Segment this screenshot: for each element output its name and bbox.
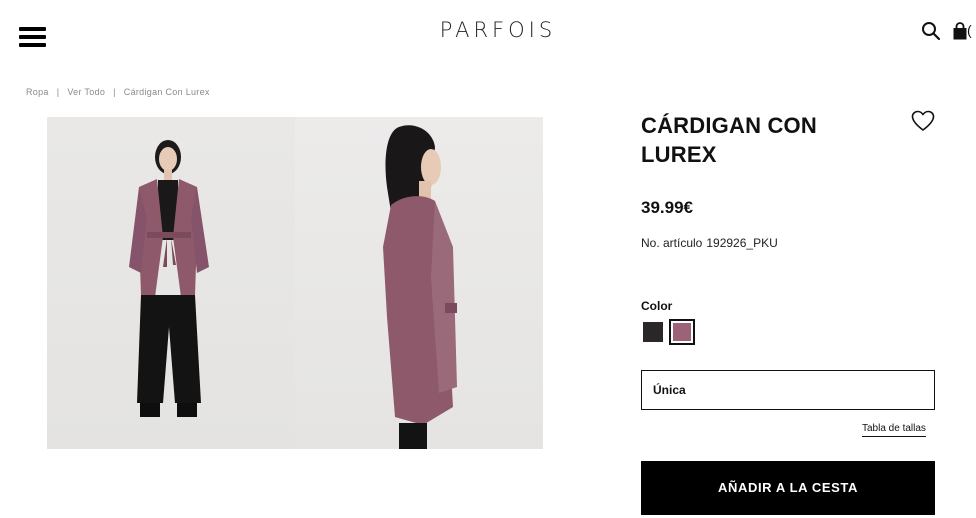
product-title: CÁRDIGAN CON LUREX [641,113,817,167]
product-photo-front[interactable] [47,117,295,449]
color-label: Color [641,299,673,313]
product-photo-side[interactable] [295,117,543,449]
product-reference: No. artículo 192926_PKU [641,236,778,250]
add-to-cart-button[interactable]: AÑADIR A LA CESTA [641,461,935,515]
menu-bar [19,43,46,47]
breadcrumb: Ropa | Ver Todo | Cárdigan Con Lurex [26,87,210,97]
search-icon[interactable] [921,21,941,41]
breadcrumb-item-current[interactable]: Cárdigan Con Lurex [124,87,210,97]
model-side-illustration [383,125,457,449]
product-price: 39.99€ [641,198,693,217]
model-front-illustration [129,140,209,417]
reference-value: 192926_PKU [706,236,778,250]
heart-icon[interactable] [911,110,935,132]
breadcrumb-separator: | [113,87,116,97]
size-guide-link[interactable]: Tabla de tallas [862,423,926,437]
reference-label: No. artículo [641,236,703,250]
shopping-bag-button[interactable]: ( [953,20,976,42]
wishlist-heart-svg [911,110,935,131]
shopping-bag-icon [953,22,967,40]
color-swatch-black[interactable] [643,322,663,342]
cart-count: ( [967,22,972,38]
brand-logo[interactable]: PARFOIS [0,18,976,42]
size-selector[interactable]: Única [641,370,935,410]
product-gallery [47,117,543,449]
search-icon-svg [922,22,941,41]
breadcrumb-item-ver-todo[interactable]: Ver Todo [67,87,105,97]
breadcrumb-item-ropa[interactable]: Ropa [26,87,49,97]
color-swatch-pink-selected[interactable] [669,319,695,345]
breadcrumb-separator: | [56,87,60,97]
